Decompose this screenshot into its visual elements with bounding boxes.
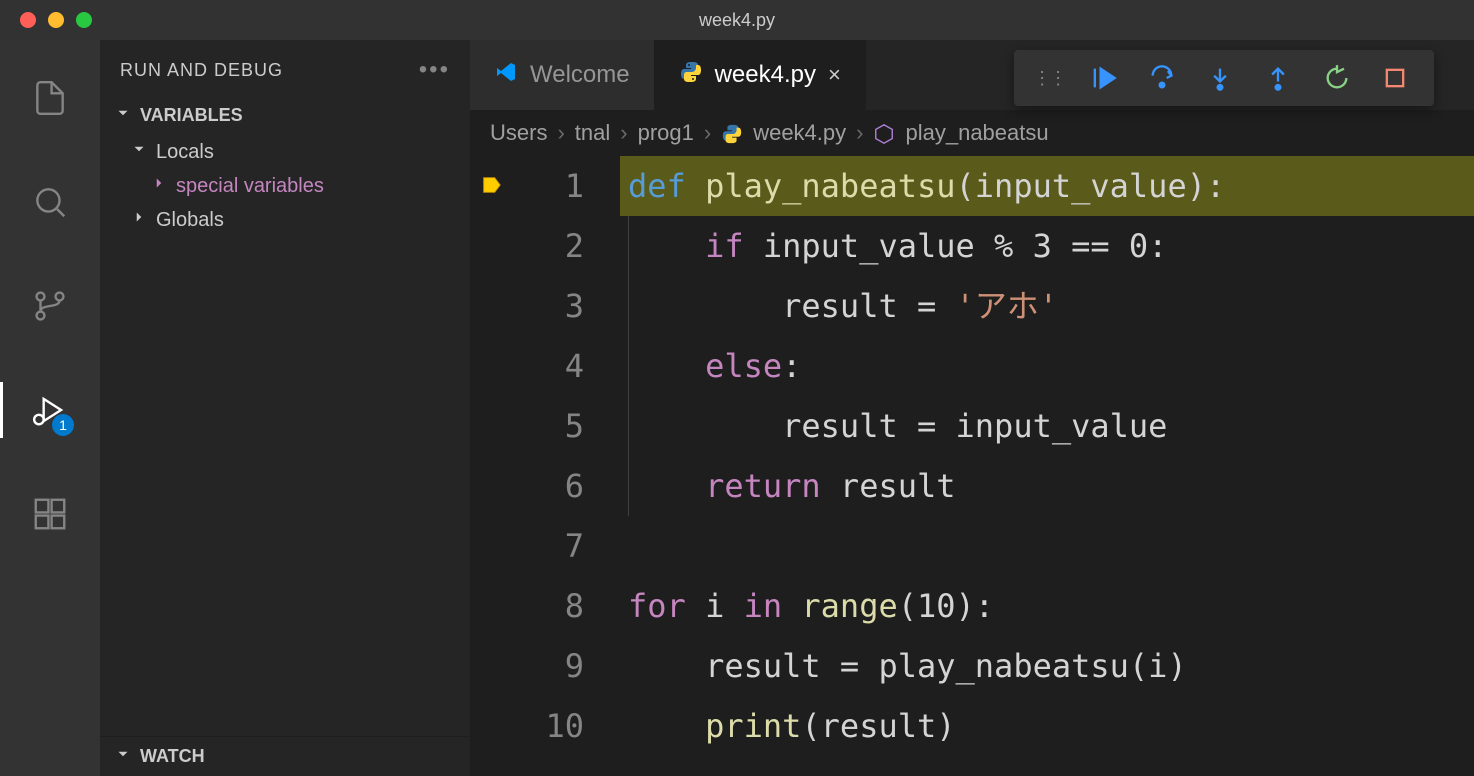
close-icon[interactable]: ×: [828, 62, 841, 88]
variables-section[interactable]: VARIABLES: [100, 96, 470, 135]
window-minimize-button[interactable]: [48, 12, 64, 28]
tab-welcome[interactable]: Welcome: [470, 40, 655, 110]
code-line[interactable]: if input_value % 3 == 0:: [620, 216, 1474, 276]
continue-button[interactable]: [1083, 58, 1123, 98]
editor-area: Welcome week4.py × Users › tnal › prog1 …: [470, 40, 1474, 776]
locals-label: Locals: [156, 141, 214, 164]
search-icon: [31, 183, 69, 221]
line-number: 4: [470, 336, 584, 396]
explorer-tab[interactable]: [0, 70, 100, 126]
line-number: 5: [470, 396, 584, 456]
symbol-function-icon: [873, 120, 895, 146]
sidebar: RUN AND DEBUG ••• VARIABLES Locals speci…: [100, 40, 470, 776]
code-line[interactable]: result = 'アホ': [620, 276, 1474, 336]
line-number: 6: [470, 456, 584, 516]
chevron-right-icon: ›: [557, 120, 564, 146]
debug-toolbar[interactable]: ⋮⋮: [1014, 50, 1434, 106]
breadcrumb-part[interactable]: play_nabeatsu: [905, 120, 1048, 146]
breadcrumb-part[interactable]: prog1: [638, 120, 694, 146]
grip-icon[interactable]: ⋮⋮: [1033, 68, 1065, 89]
line-number: 2: [470, 216, 584, 276]
extensions-icon: [31, 495, 69, 533]
code-line[interactable]: for i in range(10):: [620, 576, 1474, 636]
tab-label: week4.py: [715, 61, 816, 89]
special-variables-label: special variables: [176, 175, 324, 198]
code-line[interactable]: return result: [620, 456, 1474, 516]
files-icon: [31, 79, 69, 117]
activity-bar: 1: [0, 40, 100, 776]
breadcrumb-part[interactable]: tnal: [575, 120, 610, 146]
chevron-down-icon: [114, 104, 132, 127]
code-line[interactable]: def play_nabeatsu(input_value):: [620, 156, 1474, 216]
line-number: 9: [470, 636, 584, 696]
vscode-icon: [494, 60, 518, 91]
chevron-right-icon: ›: [856, 120, 863, 146]
titlebar: week4.py: [0, 0, 1474, 40]
locals-node[interactable]: Locals: [100, 135, 470, 169]
traffic-lights: [0, 12, 92, 28]
globals-label: Globals: [156, 209, 224, 232]
chevron-right-icon: ›: [704, 120, 711, 146]
code-editor[interactable]: 1 2 3 4 5 6 7 8 9 10 def play_nabeatsu(i…: [470, 156, 1474, 776]
sidebar-header: RUN AND DEBUG •••: [100, 40, 470, 96]
extensions-tab[interactable]: [0, 486, 100, 542]
debug-current-line-icon: [480, 174, 502, 196]
tab-week4[interactable]: week4.py ×: [655, 40, 866, 110]
python-icon: [721, 120, 743, 146]
line-number: 10: [470, 696, 584, 756]
code-line[interactable]: else:: [620, 336, 1474, 396]
watch-title: WATCH: [140, 746, 205, 767]
special-variables-node[interactable]: special variables: [100, 169, 470, 203]
run-debug-tab[interactable]: 1: [0, 382, 100, 438]
window-maximize-button[interactable]: [76, 12, 92, 28]
code-line[interactable]: result = input_value: [620, 396, 1474, 456]
watch-section[interactable]: WATCH: [100, 737, 470, 776]
tab-label: Welcome: [530, 61, 630, 89]
variables-title: VARIABLES: [140, 105, 243, 126]
stop-button[interactable]: [1375, 58, 1415, 98]
chevron-right-icon: ›: [620, 120, 627, 146]
branch-icon: [31, 287, 69, 325]
debug-badge: 1: [52, 414, 74, 436]
chevron-down-icon: [114, 745, 132, 768]
line-number: 7: [470, 516, 584, 576]
globals-node[interactable]: Globals: [100, 203, 470, 237]
chevron-right-icon: [150, 174, 168, 198]
window-title: week4.py: [699, 10, 775, 31]
chevron-down-icon: [130, 140, 148, 164]
sidebar-more-icon[interactable]: •••: [419, 56, 450, 84]
step-into-button[interactable]: [1200, 58, 1240, 98]
code-content[interactable]: def play_nabeatsu(input_value): if input…: [620, 156, 1474, 776]
code-line[interactable]: [620, 516, 1474, 576]
gutter: 1 2 3 4 5 6 7 8 9 10: [470, 156, 620, 776]
restart-button[interactable]: [1317, 58, 1357, 98]
chevron-right-icon: [130, 208, 148, 232]
breadcrumb-part[interactable]: week4.py: [753, 120, 846, 146]
breadcrumb-part[interactable]: Users: [490, 120, 547, 146]
python-icon: [679, 60, 703, 91]
search-tab[interactable]: [0, 174, 100, 230]
line-number: 8: [470, 576, 584, 636]
code-line[interactable]: result = play_nabeatsu(i): [620, 636, 1474, 696]
sidebar-title: RUN AND DEBUG: [120, 60, 283, 81]
step-out-button[interactable]: [1258, 58, 1298, 98]
indent-guide: [628, 216, 629, 516]
breadcrumb[interactable]: Users › tnal › prog1 › week4.py › play_n…: [470, 110, 1474, 156]
step-over-button[interactable]: [1142, 58, 1182, 98]
window-close-button[interactable]: [20, 12, 36, 28]
line-number: 3: [470, 276, 584, 336]
code-line[interactable]: print(result): [620, 696, 1474, 756]
source-control-tab[interactable]: [0, 278, 100, 334]
